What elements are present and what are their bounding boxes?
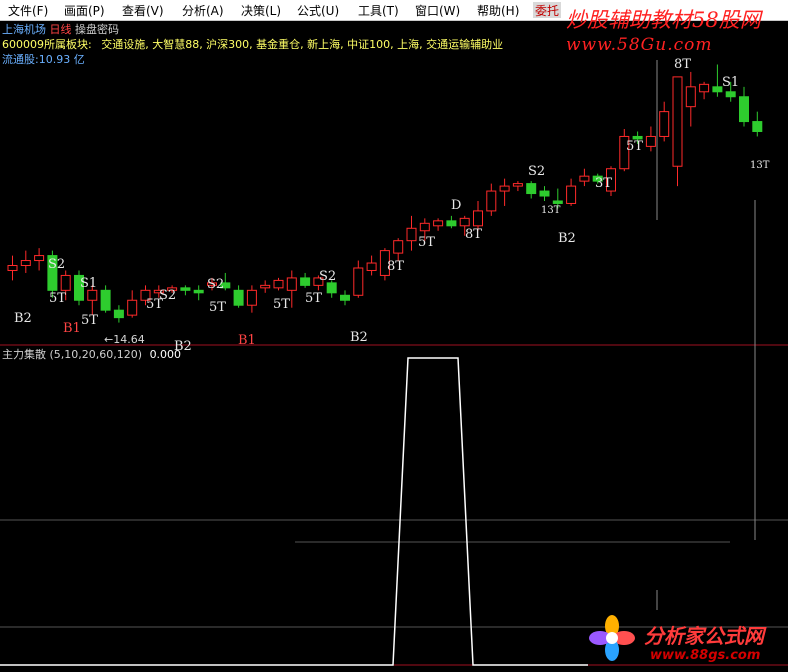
candles bbox=[7, 64, 763, 323]
signal-label: S2 bbox=[48, 257, 65, 272]
candle-body bbox=[672, 76, 683, 167]
candle-body bbox=[752, 121, 763, 132]
candle-body bbox=[300, 277, 311, 286]
candle-body bbox=[486, 190, 497, 212]
signal-label: S2 bbox=[528, 164, 545, 179]
signal-label: D bbox=[451, 198, 461, 213]
signal-label: B2 bbox=[174, 339, 192, 354]
signal-label: 3T bbox=[595, 176, 612, 191]
signal-label: S2 bbox=[207, 277, 224, 292]
signal-label: 8T bbox=[387, 259, 404, 274]
signal-label: 5T bbox=[273, 297, 290, 312]
candle-body bbox=[459, 217, 470, 227]
signal-label: 5T bbox=[209, 300, 226, 315]
candle-body bbox=[419, 222, 430, 232]
candle-body bbox=[34, 255, 45, 262]
candle-body bbox=[286, 277, 297, 291]
signal-label: 5T bbox=[146, 297, 163, 312]
candle-body bbox=[233, 289, 244, 306]
candle-body bbox=[526, 183, 537, 195]
signal-label: 5T bbox=[418, 235, 435, 250]
candle-body bbox=[446, 220, 457, 227]
price-annotation: ←14.64 bbox=[104, 333, 145, 346]
candle-body bbox=[393, 240, 404, 254]
signal-label: 5T bbox=[49, 291, 66, 306]
signal-label: S1 bbox=[722, 75, 739, 90]
candle-body bbox=[645, 135, 656, 147]
indicator-line bbox=[0, 357, 588, 666]
chart-grid bbox=[0, 60, 788, 666]
candle-body bbox=[712, 86, 723, 93]
logo-icon bbox=[589, 615, 635, 661]
candle-body bbox=[127, 299, 138, 316]
signal-label: B2 bbox=[558, 231, 576, 246]
logo-url: www.88gs.com bbox=[650, 648, 761, 663]
candle-body bbox=[659, 111, 670, 137]
candle-body bbox=[340, 294, 350, 301]
candle-body bbox=[326, 282, 337, 294]
signal-label: S2 bbox=[319, 269, 336, 284]
candle-body bbox=[579, 175, 590, 182]
candle-body bbox=[699, 83, 710, 93]
candle-body bbox=[366, 262, 377, 271]
candle-body bbox=[273, 279, 284, 289]
signal-label: 13T bbox=[750, 160, 770, 171]
candle-body bbox=[87, 289, 98, 301]
candle-body bbox=[512, 183, 523, 187]
candle-body bbox=[180, 287, 191, 291]
candle-body bbox=[260, 284, 271, 289]
signal-label: 8T bbox=[674, 57, 691, 72]
indicator-polyline bbox=[0, 357, 588, 666]
signal-label: S1 bbox=[80, 276, 97, 291]
candle-body bbox=[20, 260, 31, 267]
candle-body bbox=[725, 91, 736, 98]
candle-body bbox=[353, 267, 364, 296]
candle-body bbox=[473, 210, 483, 227]
logo-title: 分析家公式网 bbox=[644, 624, 764, 648]
signal-label: 5T bbox=[81, 313, 98, 328]
candle-body bbox=[739, 96, 749, 123]
signal-label: B1 bbox=[238, 333, 256, 348]
candle-body bbox=[7, 265, 18, 271]
candle-body bbox=[113, 309, 124, 319]
candle-body bbox=[60, 274, 71, 291]
signal-label: B1 bbox=[63, 321, 81, 336]
signal-label: 8T bbox=[465, 227, 482, 242]
candle-body bbox=[499, 185, 510, 192]
chart-area[interactable]: S2S1B2B15T5TS25TB2S25TB15TS25TB28T5TD8TS… bbox=[0, 0, 788, 672]
candle-body bbox=[100, 289, 111, 311]
candle-body bbox=[566, 185, 577, 204]
candle-body bbox=[685, 86, 696, 108]
signal-label: 5T bbox=[626, 139, 643, 154]
candle-body bbox=[539, 190, 550, 197]
candle-body bbox=[552, 200, 563, 204]
signal-label: B2 bbox=[350, 330, 368, 345]
candle-body bbox=[433, 220, 444, 227]
signal-label: B2 bbox=[14, 311, 32, 326]
signal-label: 5T bbox=[305, 291, 322, 306]
candle-body bbox=[193, 289, 204, 294]
candle-body bbox=[406, 227, 417, 242]
signal-label: 13T bbox=[541, 205, 561, 216]
candle-body bbox=[246, 289, 257, 306]
